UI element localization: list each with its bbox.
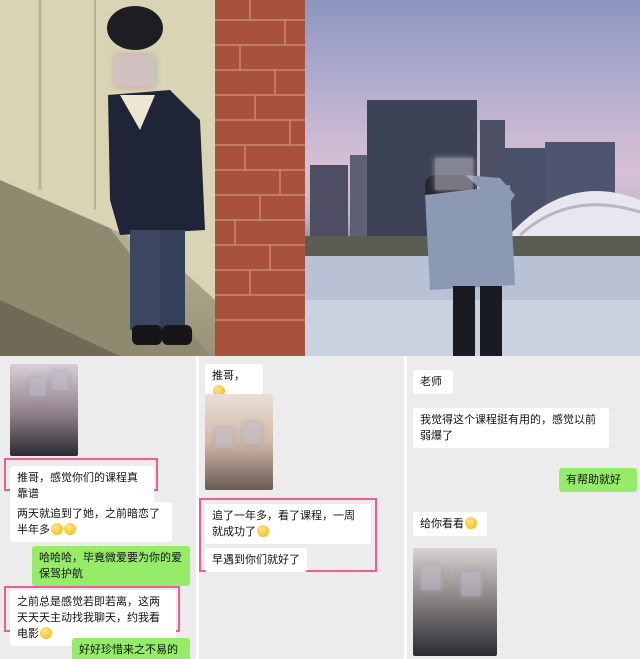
photo-man-by-wall [0,0,305,356]
chat-message-text: 早遇到你们就好了 [212,553,300,566]
chat-message-text: 好好珍惜来之不易的幸福 [79,643,178,656]
chat-message-text: 之前总是感觉若即若离，这两天天天主动找我聊天，约我看电影 [17,595,160,640]
chat-message[interactable]: 追了一年多，看了课程，一周就成功了 [205,504,371,544]
chat-panel-2: 推哥， 追了一年多，看了课程，一周就成功了 早遇到你们就好了 [196,356,404,659]
photo-man-by-lake [305,0,640,356]
chat-message[interactable]: 老师 [413,370,453,394]
chat-photo-couple[interactable] [10,364,78,456]
chat-message[interactable]: 推哥，感觉你们的课程真靠谱 [10,466,154,506]
chat-panel-1: 推哥，感觉你们的课程真靠谱 两天就追到了她，之前暗恋了半年多 哈哈哈，毕竟微爱要… [0,356,196,659]
chat-message-text: 给你看看 [420,517,464,530]
chat-message[interactable]: 两天就追到了她，之前暗恋了半年多 [10,502,172,542]
chat-message-sent[interactable]: 有帮助就好 [559,468,637,492]
chat-message-text: 推哥，感觉你们的课程真靠谱 [17,471,138,500]
chat-photo-couple[interactable] [205,394,273,490]
photo-man-by-wall-illustration [0,0,305,356]
chat-message[interactable]: 给你看看 [413,512,487,536]
chat-message-text: 推哥， [212,369,245,382]
smile-emoji-icon [64,523,76,535]
chat-message-sent[interactable]: 好好珍惜来之不易的幸福 [72,638,190,659]
chat-message-text: 哈哈哈，毕竟微爱要为你的爱保驾护航 [39,551,182,580]
wink-emoji-icon [257,525,269,537]
smile-emoji-icon [51,523,63,535]
chat-message[interactable]: 我觉得这个课程挺有用的，感觉以前弱爆了 [413,408,609,448]
chat-message-text: 我觉得这个课程挺有用的，感觉以前弱爆了 [420,413,596,442]
chat-message-sent[interactable]: 哈哈哈，毕竟微爱要为你的爱保驾护航 [32,546,190,586]
chat-message-text: 追了一年多，看了课程，一周就成功了 [212,509,355,538]
wink-emoji-icon [465,517,477,529]
chat-message-text: 两天就追到了她，之前暗恋了半年多 [17,507,160,536]
smile-emoji-icon [40,627,52,639]
chat-photo-couple[interactable] [413,548,497,656]
chat-message-text: 有帮助就好 [566,473,621,486]
chat-panel-3: 老师 我觉得这个课程挺有用的，感觉以前弱爆了 有帮助就好 给你看看 [404,356,640,659]
chat-message-text: 老师 [420,375,442,388]
chat-message[interactable]: 早遇到你们就好了 [205,548,307,572]
